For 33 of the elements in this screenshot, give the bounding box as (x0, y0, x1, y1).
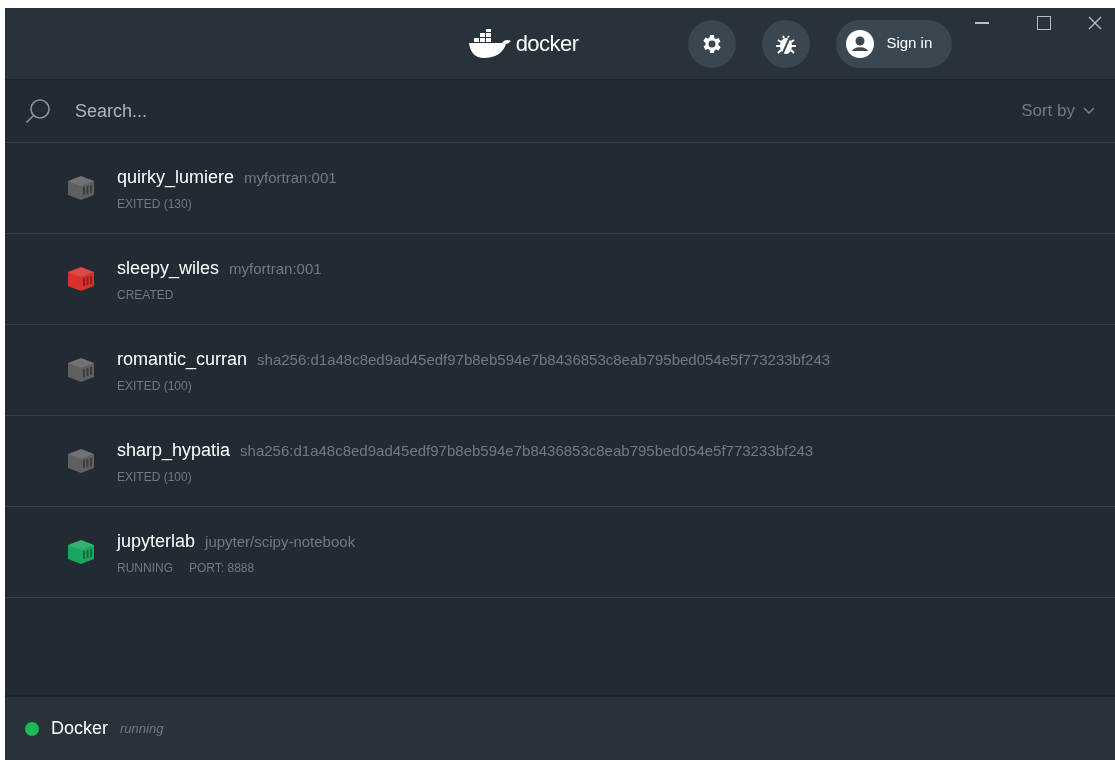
image-name: myfortran:001 (244, 167, 337, 188)
image-name: sha256:d1a48c8ed9ad45edf97b8eb594e7b8436853c8eab795bed054e5f773233bf243 (240, 440, 814, 461)
whale-logo-icon (467, 28, 512, 59)
container-name: sharp_hypatia (117, 438, 231, 463)
sign-in-button[interactable]: Sign in (836, 19, 953, 68)
minimize-icon (975, 22, 989, 24)
container-name: sleepy_wiles (117, 256, 220, 281)
container-status: RUNNING (117, 559, 173, 577)
container-status: EXITED (100) (117, 377, 192, 395)
container-name: jupyterlab (117, 529, 196, 553)
container-row[interactable]: sharp_hypatia sha256:d1a48c8ed9ad45edf97b8eb594e7b8436853c8eab795bed054e5f773233bf243 EXITED (100) (5, 416, 1115, 507)
container-status: EXITED (100) (117, 468, 192, 486)
logo-text: docker (515, 30, 579, 58)
search-field[interactable]: Search... (75, 97, 1022, 125)
engine-state: running (120, 719, 164, 738)
container-status: EXITED (130) (117, 195, 192, 213)
container-status: PORT: 8888 (189, 559, 255, 577)
chevron-down-icon (1083, 107, 1095, 115)
container-row[interactable]: sleepy_wiles myfortran:001 CREATED (5, 234, 1115, 325)
container-status: CREATED (117, 286, 174, 304)
container-row[interactable]: quirky_lumiere myfortran:001 EXITED (130) (5, 143, 1115, 234)
search-icon (25, 98, 51, 124)
maximize-icon (1037, 16, 1051, 30)
image-name: jupyter/scipy-notebook (205, 531, 356, 552)
image-name: myfortran:001 (229, 258, 322, 279)
container-name: quirky_lumiere (117, 165, 235, 190)
close-icon (1088, 16, 1102, 30)
container-row[interactable]: romantic_curran sha256:d1a48c8ed9ad45edf97b8eb594e7b8436853c8eab795bed054e5f773233bf243 EXITED (100) (5, 325, 1115, 416)
user-icon (846, 29, 875, 58)
container-name: romantic_curran (117, 347, 248, 372)
engine-name: Docker (51, 717, 108, 740)
image-name: sha256:d1a48c8ed9ad45edf97b8eb594e7b8436853c8eab795bed054e5f773233bf243 (257, 349, 831, 370)
container-row[interactable]: jupyterlab jupyter/scipy-notebook RUNNING PORT: 8888 (5, 507, 1115, 598)
